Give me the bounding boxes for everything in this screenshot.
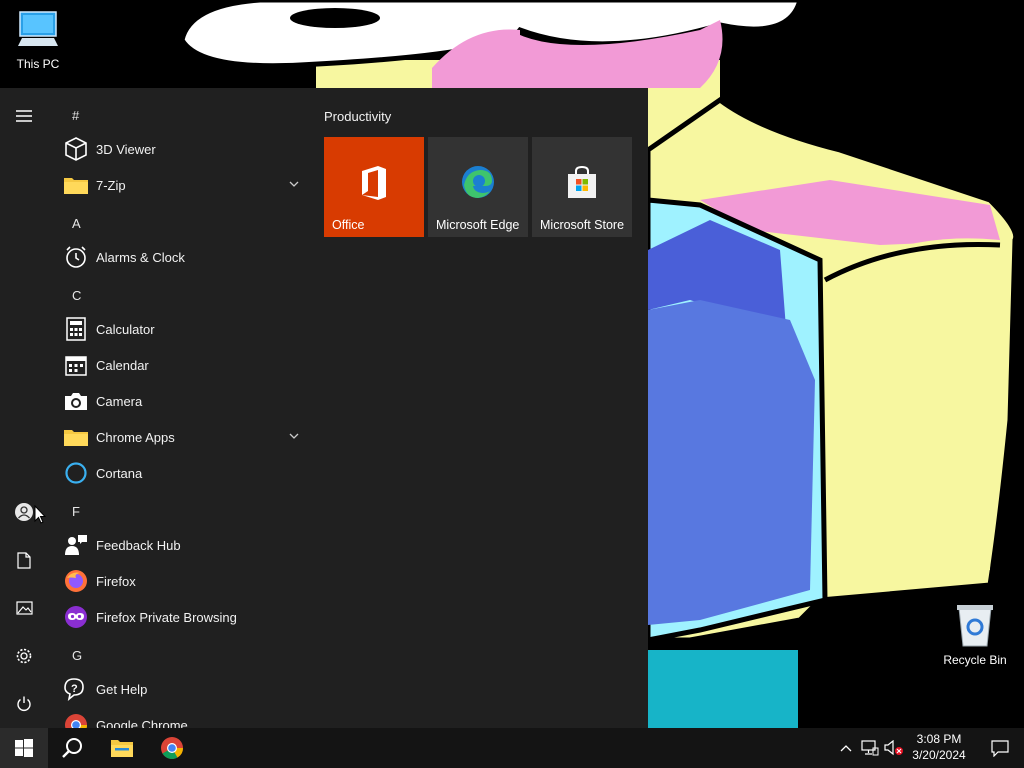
- chevron-up-icon: [840, 745, 852, 752]
- get-help-icon: ?: [64, 678, 84, 701]
- show-hidden-icons-button[interactable]: [834, 728, 858, 768]
- chrome-icon: [161, 737, 183, 759]
- mouse-cursor-icon: [34, 505, 46, 524]
- action-center-button[interactable]: [976, 728, 1024, 768]
- desktop-icon-label: This PC: [16, 57, 60, 71]
- calendar-icon: [65, 356, 87, 376]
- power-button[interactable]: [0, 684, 48, 724]
- app-name: Calendar: [96, 357, 149, 373]
- app-cortana[interactable]: Cortana: [48, 455, 312, 491]
- app-name: Firefox: [96, 573, 136, 589]
- start-icon: [15, 739, 33, 757]
- search-button[interactable]: [48, 728, 96, 768]
- app-name: Get Help: [96, 681, 148, 697]
- app-calculator[interactable]: Calculator: [48, 311, 312, 347]
- clock-time: 3:08 PM: [916, 732, 962, 746]
- start-button[interactable]: [0, 728, 48, 768]
- volume-button[interactable]: [882, 728, 906, 768]
- network-button[interactable]: [858, 728, 882, 768]
- settings-button[interactable]: [0, 636, 48, 676]
- app-name: Feedback Hub: [96, 537, 181, 553]
- app-name: 7-Zip: [96, 177, 126, 193]
- tile-microsoft-edge[interactable]: Microsoft Edge: [428, 137, 528, 237]
- documents-icon: [17, 551, 31, 569]
- app-camera[interactable]: Camera: [48, 383, 312, 419]
- app-name: Alarms & Clock: [96, 249, 185, 265]
- app-name: Chrome Apps: [96, 429, 175, 445]
- folder-icon: [64, 430, 88, 446]
- app-list[interactable]: # 3D Viewer 7-Zip A Alarms & Clock C Cal…: [48, 88, 312, 728]
- user-account-icon: [15, 503, 33, 521]
- clock-date: 3/20/2024: [912, 748, 966, 762]
- documents-button[interactable]: [0, 540, 48, 580]
- start-menu: # 3D Viewer 7-Zip A Alarms & Clock C Cal…: [0, 88, 648, 728]
- app-feedback-hub[interactable]: Feedback Hub: [48, 527, 312, 563]
- section-header-a[interactable]: A: [72, 216, 81, 231]
- file-explorer-button[interactable]: [98, 728, 146, 768]
- tile-label: Microsoft Store: [540, 218, 625, 232]
- clock[interactable]: 3:08 PM 3/20/2024: [904, 731, 974, 763]
- volume-muted-icon: [884, 740, 903, 756]
- office-icon: [362, 166, 386, 200]
- firefox-private-icon: [65, 606, 87, 628]
- app-firefox[interactable]: Firefox: [48, 563, 312, 599]
- feedback-hub-icon: [65, 535, 87, 555]
- network-icon: [861, 740, 879, 756]
- notifications-icon: [991, 739, 1009, 757]
- section-header-f[interactable]: F: [72, 504, 80, 519]
- app-calendar[interactable]: Calendar: [48, 347, 312, 383]
- app-chrome-apps[interactable]: Chrome Apps: [48, 419, 312, 455]
- app-alarms-clock[interactable]: Alarms & Clock: [48, 239, 312, 275]
- chevron-down-icon[interactable]: [288, 430, 300, 442]
- chevron-down-icon[interactable]: [288, 178, 300, 190]
- tile-microsoft-store[interactable]: Microsoft Store: [532, 137, 632, 237]
- calculator-icon: [66, 317, 86, 341]
- tiles-area: Productivity Office Microsoft Edge Micro…: [312, 88, 648, 728]
- alarms-clock-icon: [66, 246, 86, 268]
- recycle-bin-icon: [957, 605, 993, 647]
- firefox-icon: [65, 570, 87, 592]
- this-pc-icon: [18, 11, 58, 46]
- app-google-chrome[interactable]: Google Chrome: [48, 707, 312, 728]
- app-name: Cortana: [96, 465, 143, 481]
- app-name: Camera: [96, 393, 143, 409]
- app-3d-viewer[interactable]: 3D Viewer: [48, 131, 312, 167]
- camera-icon: [65, 393, 87, 410]
- 3d-viewer-icon: [65, 137, 87, 161]
- section-header-hash[interactable]: #: [72, 108, 79, 123]
- folder-icon: [64, 178, 88, 194]
- power-icon: [17, 696, 31, 711]
- tile-label: Office: [332, 218, 365, 232]
- desktop-icon-this-pc[interactable]: This PC: [0, 8, 76, 71]
- desktop-icon-recycle-bin[interactable]: Recycle Bin: [937, 602, 1013, 667]
- start-rail: [0, 88, 48, 728]
- app-name: Google Chrome: [96, 717, 188, 729]
- pictures-icon: [15, 601, 33, 615]
- cortana-icon: [65, 462, 87, 484]
- file-explorer-icon: [111, 740, 133, 757]
- app-get-help[interactable]: ? Get Help: [48, 671, 312, 707]
- app-name: 3D Viewer: [96, 141, 156, 157]
- app-name: Firefox Private Browsing: [96, 609, 237, 625]
- edge-icon: [462, 166, 494, 198]
- search-icon: [62, 738, 82, 758]
- chrome-taskbar-button[interactable]: [148, 728, 196, 768]
- app-firefox-private-browsing[interactable]: Firefox Private Browsing: [48, 599, 312, 635]
- hamburger-menu-icon: [16, 110, 32, 122]
- settings-icon: [16, 648, 32, 664]
- section-header-g[interactable]: G: [72, 648, 82, 663]
- expand-menu-button[interactable]: [0, 96, 48, 136]
- store-icon: [568, 165, 596, 198]
- svg-text:?: ?: [71, 683, 78, 695]
- tile-label: Microsoft Edge: [436, 218, 520, 232]
- tile-office[interactable]: Office: [324, 137, 424, 237]
- chrome-icon: [65, 714, 87, 728]
- desktop-icon-label: Recycle Bin: [943, 653, 1007, 667]
- app-name: Calculator: [96, 321, 155, 337]
- section-header-c[interactable]: C: [72, 288, 81, 303]
- tile-group-title[interactable]: Productivity: [324, 109, 391, 124]
- pictures-button[interactable]: [0, 588, 48, 628]
- app-7-zip[interactable]: 7-Zip: [48, 167, 312, 203]
- taskbar: 3:08 PM 3/20/2024: [0, 728, 1024, 768]
